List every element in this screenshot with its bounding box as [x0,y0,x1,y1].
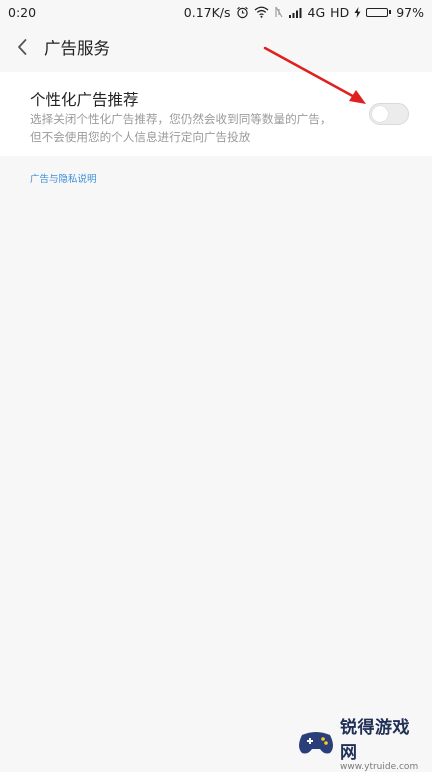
gamepad-logo-icon [296,727,336,757]
wifi-icon [254,6,269,18]
watermark-url: www.ytruide.com [340,761,419,772]
net-speed: 0.17K/s [183,4,231,20]
network-type: 4G [307,4,326,20]
title-bar: 广告服务 [0,24,432,70]
personalized-ads-toggle[interactable] [369,103,409,125]
charging-icon [354,6,361,18]
status-bar: 0:20 0.17K/s 4G HD 97% [0,0,432,24]
hd-indicator: HD [330,4,350,20]
back-button[interactable] [2,24,42,70]
no-signal-icon [274,6,284,18]
personalized-ads-setting[interactable]: 个性化广告推荐 选择关闭个性化广告推荐，您仍然会收到同等数量的广告，但不会使用您… [0,72,432,156]
watermark-name: 锐得游戏网 [340,717,410,763]
chevron-left-icon [18,39,27,55]
battery-icon [366,7,392,17]
battery-percent: 97% [396,4,424,20]
alarm-icon [236,6,249,19]
page-title: 广告服务 [44,39,110,58]
setting-title: 个性化广告推荐 [30,91,139,109]
watermark: 锐得游戏网 www.ytruide.com [296,718,426,772]
ad-privacy-link[interactable]: 广告与隐私说明 [30,171,97,185]
signal-icon [288,7,303,18]
setting-description: 选择关闭个性化广告推荐，您仍然会收到同等数量的广告，但不会使用您的个人信息进行定… [30,112,332,144]
status-time: 0:20 [8,4,37,20]
toggle-knob [372,106,388,122]
status-indicators: 0.17K/s 4G HD 97% [184,5,424,20]
